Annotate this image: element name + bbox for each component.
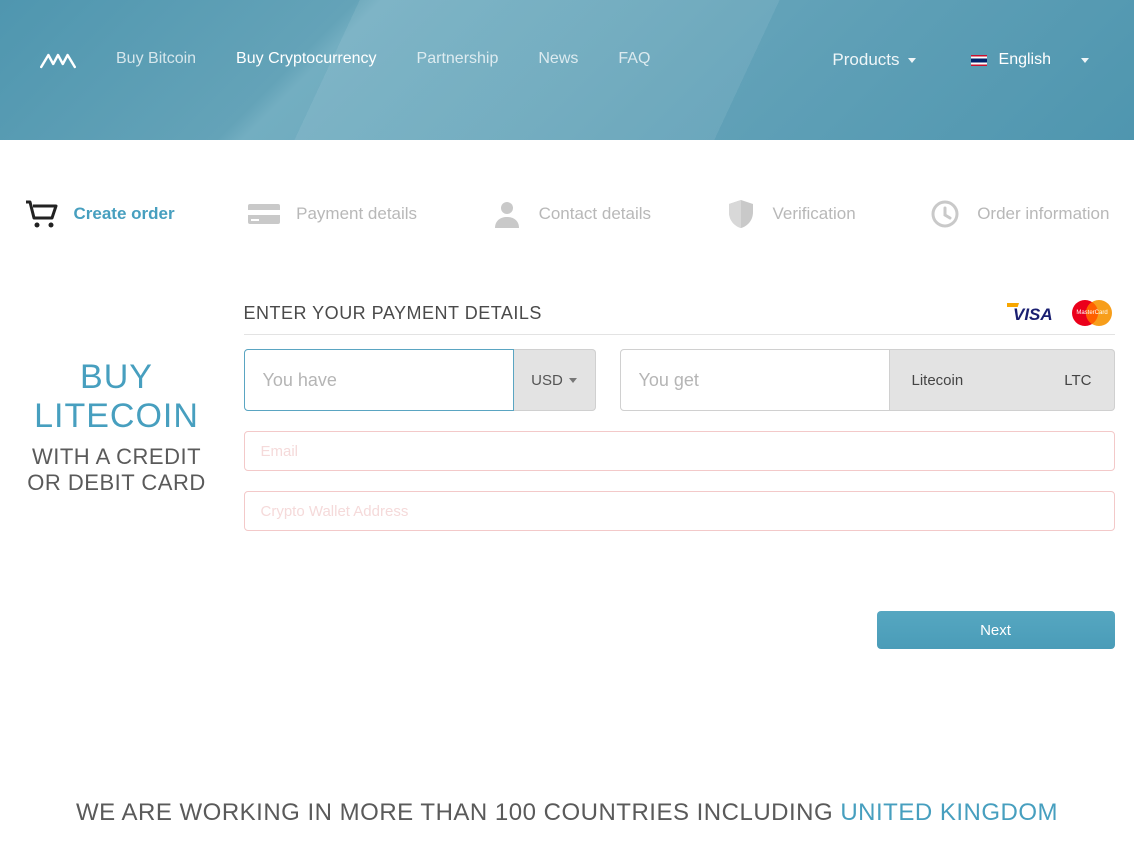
products-label: Products <box>832 50 899 70</box>
step-order-information[interactable]: Order information <box>928 200 1109 228</box>
you-have-group: USD <box>244 349 596 411</box>
page-subtitle: WITH A CREDIT OR DEBIT CARD <box>20 444 214 496</box>
step-payment-details[interactable]: Payment details <box>247 200 417 228</box>
crypto-name: Litecoin <box>912 372 964 389</box>
order-form: ENTER YOUR PAYMENT DETAILS VISA MasterCa… <box>244 298 1115 649</box>
page-title: BUY LITECOIN <box>20 358 214 436</box>
you-have-input[interactable] <box>244 349 514 411</box>
svg-text:MasterCard: MasterCard <box>1076 310 1107 316</box>
site-header: Buy Bitcoin Buy Cryptocurrency Partnersh… <box>0 0 1134 140</box>
form-header: ENTER YOUR PAYMENT DETAILS VISA MasterCa… <box>244 298 1115 335</box>
hero-title-block: BUY LITECOIN WITH A CREDIT OR DEBIT CARD <box>20 298 214 649</box>
language-label: English <box>999 51 1051 69</box>
user-icon <box>490 200 524 228</box>
currency-select[interactable]: USD <box>514 349 596 411</box>
chevron-down-icon <box>1081 58 1089 63</box>
mastercard-icon: MasterCard <box>1067 298 1115 328</box>
step-label: Verification <box>773 204 856 224</box>
accepted-cards: VISA MasterCard <box>1007 298 1115 328</box>
products-dropdown[interactable]: Products <box>832 50 915 70</box>
crypto-select[interactable]: Litecoin LTC <box>890 349 1115 411</box>
form-heading: ENTER YOUR PAYMENT DETAILS <box>244 303 542 324</box>
nav-buy-bitcoin[interactable]: Buy Bitcoin <box>116 50 196 68</box>
card-icon <box>247 200 281 228</box>
tagline-country: UNITED KINGDOM <box>840 799 1058 826</box>
clock-icon <box>928 200 962 228</box>
logo[interactable] <box>40 50 76 72</box>
currency-value: USD <box>531 372 563 389</box>
step-label: Payment details <box>296 204 417 224</box>
email-input[interactable] <box>244 431 1115 471</box>
step-label: Contact details <box>539 204 651 224</box>
nav-faq[interactable]: FAQ <box>618 50 650 68</box>
logo-icon <box>40 50 76 72</box>
wallet-address-input[interactable] <box>244 491 1115 531</box>
crypto-symbol: LTC <box>1064 372 1091 389</box>
visa-icon: VISA <box>1007 303 1063 323</box>
main-content: BUY LITECOIN WITH A CREDIT OR DEBIT CARD… <box>20 298 1115 649</box>
chevron-down-icon <box>908 58 916 63</box>
nav-buy-cryptocurrency[interactable]: Buy Cryptocurrency <box>236 50 377 68</box>
step-contact-details[interactable]: Contact details <box>490 200 651 228</box>
nav-news[interactable]: News <box>538 50 578 68</box>
you-get-group: Litecoin LTC <box>620 349 1115 411</box>
main-nav: Buy Bitcoin Buy Cryptocurrency Partnersh… <box>116 50 650 68</box>
you-get-input[interactable] <box>620 349 890 411</box>
language-dropdown[interactable]: English <box>971 51 1094 69</box>
svg-text:VISA: VISA <box>1013 305 1053 323</box>
tagline: WE ARE WORKING IN MORE THAN 100 COUNTRIE… <box>0 799 1134 827</box>
cart-icon <box>25 200 59 228</box>
step-label: Create order <box>74 204 175 224</box>
step-create-order[interactable]: Create order <box>25 200 175 228</box>
nav-partnership[interactable]: Partnership <box>417 50 499 68</box>
flag-icon <box>971 55 987 66</box>
next-button[interactable]: Next <box>877 611 1115 649</box>
step-label: Order information <box>977 204 1109 224</box>
progress-steps: Create order Payment details Contact det… <box>20 200 1115 228</box>
shield-icon <box>724 200 758 228</box>
tagline-text: WE ARE WORKING IN MORE THAN 100 COUNTRIE… <box>76 799 840 826</box>
chevron-down-icon <box>569 378 577 383</box>
step-verification[interactable]: Verification <box>724 200 856 228</box>
